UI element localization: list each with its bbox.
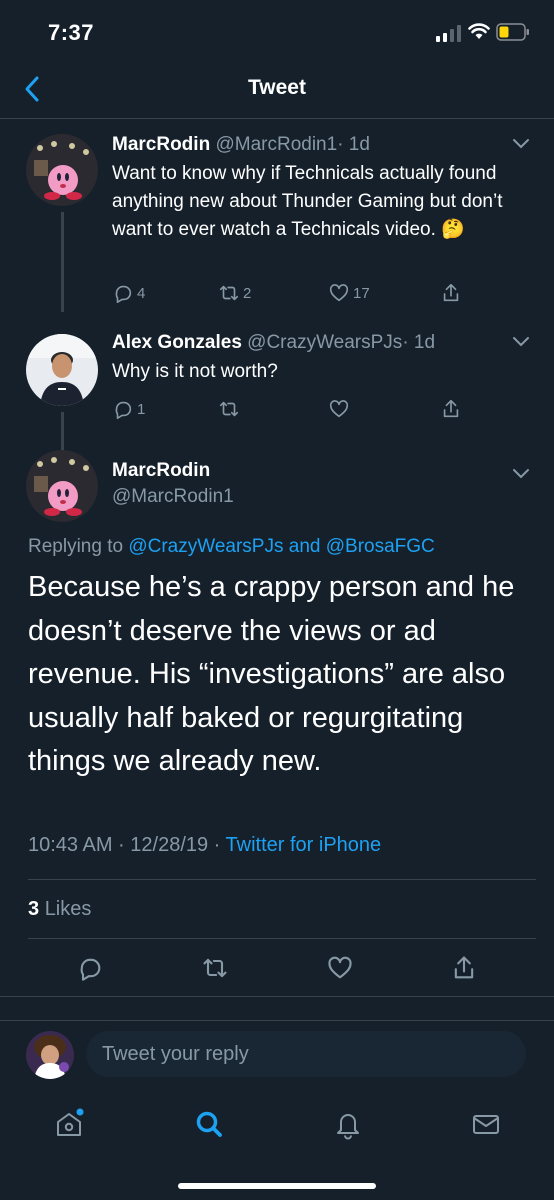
nav-bar: Tweet: [0, 66, 554, 119]
reply-button[interactable]: 1: [112, 396, 145, 422]
tweet-header: MarcRodin @MarcRodin1· 1d: [112, 134, 370, 156]
bell-icon[interactable]: [332, 1108, 364, 1140]
tweet-time: · 1d: [402, 332, 436, 353]
home-icon[interactable]: [53, 1108, 85, 1140]
retweet-icon: [219, 401, 239, 417]
share-button[interactable]: [440, 280, 465, 306]
retweet-icon[interactable]: [201, 954, 229, 982]
page-title: Tweet: [248, 76, 306, 99]
like-button[interactable]: 17: [328, 280, 370, 306]
search-icon[interactable]: [193, 1108, 225, 1140]
reply-input[interactable]: Tweet your reply: [86, 1031, 526, 1077]
main-tweet-actions: [0, 940, 554, 996]
tweet-meta: 10:43 AM · 12/28/19 · Twitter for iPhone: [28, 834, 381, 857]
tweet-time: · 1d: [337, 134, 370, 155]
reply-count: 4: [137, 284, 146, 302]
chevron-down-icon[interactable]: [512, 468, 530, 480]
divider: [28, 879, 536, 880]
battery-icon: [496, 23, 529, 41]
avatar[interactable]: [26, 134, 98, 206]
share-button[interactable]: [440, 396, 465, 422]
replying-to: Replying to @CrazyWearsPJs and @BrosaFGC: [28, 536, 435, 558]
reply-count: 1: [137, 400, 146, 418]
divider: [0, 996, 554, 997]
tweet-timestamp: 10:43 AM · 12/28/19 ·: [28, 834, 226, 856]
replying-prefix: Replying to: [28, 536, 124, 557]
thread-line: [61, 212, 64, 312]
share-icon: [443, 399, 459, 418]
tweet-header: Alex Gonzales @CrazyWearsPJs· 1d: [112, 332, 435, 354]
chevron-down-icon[interactable]: [512, 138, 530, 150]
reply-icon: [115, 401, 132, 419]
home-indicator: [178, 1183, 376, 1189]
mention-link[interactable]: @BrosaFGC: [326, 536, 435, 557]
main-author-handle-row: @MarcRodin1: [112, 486, 234, 508]
replying-and: and: [288, 536, 321, 557]
avatar[interactable]: [26, 450, 98, 522]
author-name[interactable]: MarcRodin: [112, 460, 210, 481]
signal-icon: [436, 25, 461, 42]
main-author-name-row: MarcRodin: [112, 460, 210, 482]
avatar[interactable]: [26, 334, 98, 406]
author-name[interactable]: Alex Gonzales: [112, 332, 242, 353]
status-time: 7:37: [48, 20, 95, 45]
share-icon: [443, 283, 459, 302]
tweet-source[interactable]: Twitter for iPhone: [226, 834, 382, 856]
likes-summary[interactable]: 3 Likes: [28, 898, 91, 921]
reply-bar: Tweet your reply: [0, 1020, 554, 1089]
author-handle[interactable]: @MarcRodin1: [112, 486, 234, 507]
reply-icon: [115, 285, 132, 303]
heart-icon: [329, 284, 349, 302]
retweet-button[interactable]: [218, 396, 243, 422]
likes-count: 3: [28, 898, 40, 920]
heart-icon[interactable]: [326, 954, 354, 982]
mail-icon[interactable]: [470, 1108, 502, 1140]
thread-line: [61, 412, 64, 452]
reply-icon[interactable]: [76, 954, 104, 982]
status-bar: 7:37: [0, 0, 554, 66]
tweet-text: Want to know why if Technicals actually …: [112, 163, 503, 240]
likes-label: Likes: [44, 898, 92, 920]
wifi-icon: [468, 23, 490, 39]
divider: [28, 938, 536, 939]
author-handle[interactable]: @CrazyWearsPJs: [247, 332, 402, 353]
retweet-button[interactable]: 2: [218, 280, 251, 306]
mention-link[interactable]: @CrazyWearsPJs: [128, 536, 283, 557]
author-name[interactable]: MarcRodin: [112, 134, 210, 155]
main-tweet-text: Because he’s a crappy person and he does…: [28, 571, 515, 777]
retweet-count: 2: [243, 284, 252, 302]
author-handle[interactable]: @MarcRodin1: [215, 134, 337, 155]
reply-button[interactable]: 4: [112, 280, 145, 306]
like-button[interactable]: [328, 396, 353, 422]
share-icon[interactable]: [450, 954, 478, 982]
retweet-icon: [219, 285, 239, 301]
chevron-down-icon[interactable]: [512, 336, 530, 348]
heart-icon: [329, 400, 349, 418]
tweet-text: Why is it not worth?: [112, 361, 278, 382]
avatar[interactable]: [26, 1031, 74, 1079]
like-count: 17: [353, 284, 370, 302]
